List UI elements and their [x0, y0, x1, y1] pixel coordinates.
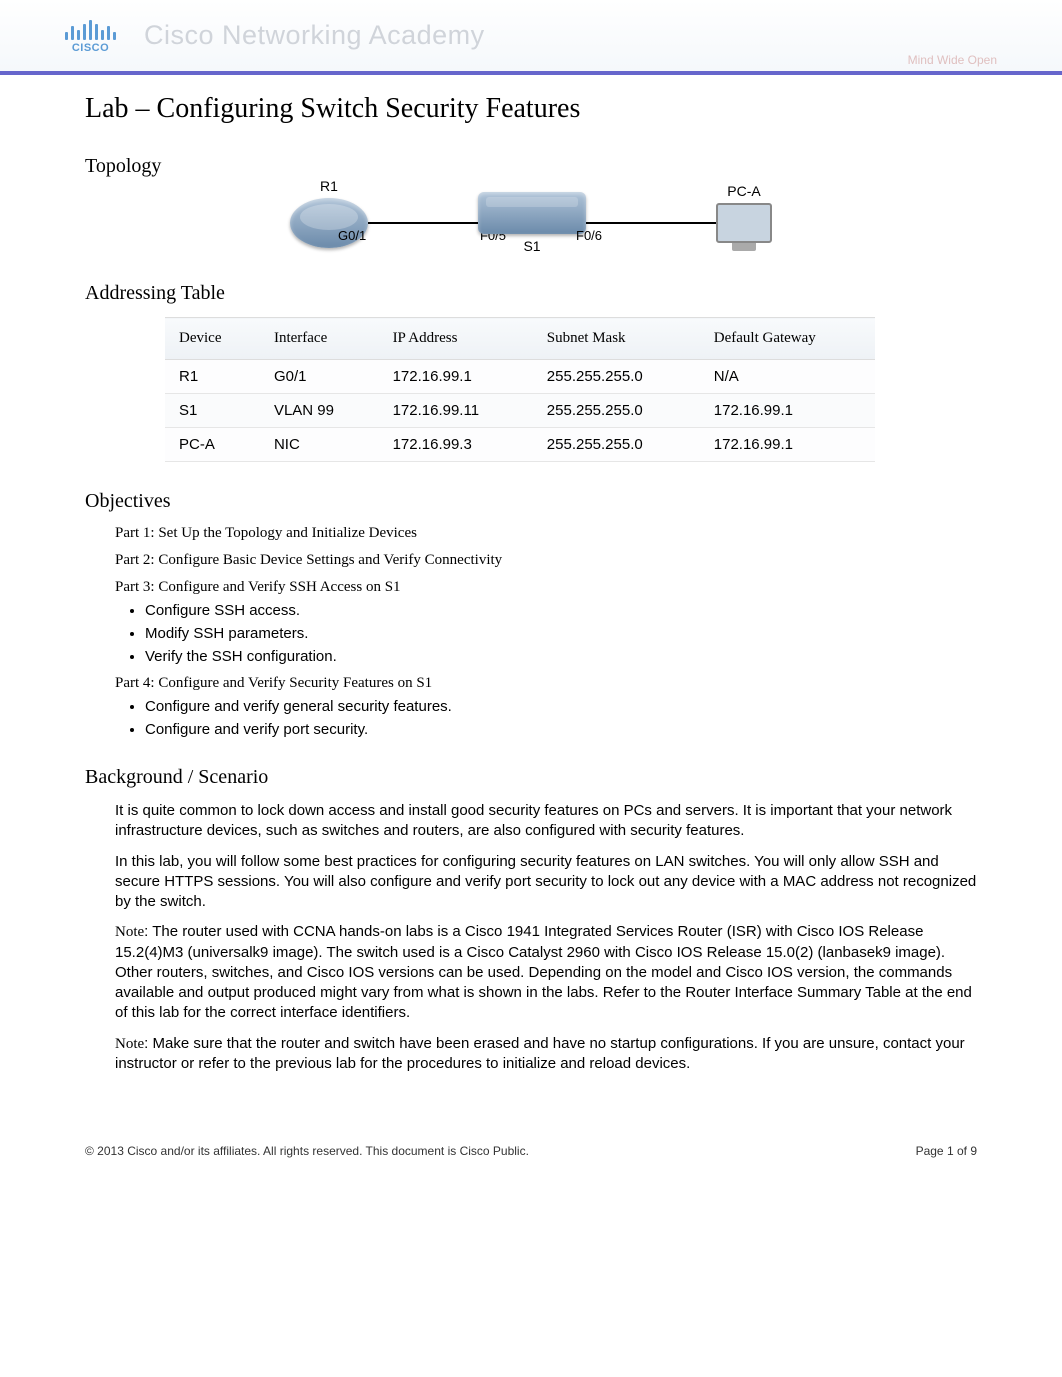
note-text: : Make sure that the router and switch h… [115, 1035, 965, 1072]
page-label: Page [916, 1144, 947, 1158]
list-item: Modify SSH parameters. [145, 625, 977, 642]
device-s1: S1 [478, 192, 586, 254]
cell: VLAN 99 [260, 394, 379, 428]
cell: 172.16.99.1 [700, 394, 875, 428]
device-s1-label: S1 [523, 238, 540, 254]
table-header-row: Device Interface IP Address Subnet Mask … [165, 318, 875, 360]
device-r1-label: R1 [320, 178, 338, 194]
background-p1: It is quite common to lock down access a… [115, 801, 977, 842]
background-heading: Background / Scenario [85, 766, 977, 789]
copyright-text: © 2013 Cisco and/or its affiliates. All … [85, 1144, 529, 1158]
objective-part2: Part 2: Configure Basic Device Settings … [115, 552, 977, 569]
objective-part1: Part 1: Set Up the Topology and Initiali… [115, 525, 977, 542]
cell: NIC [260, 428, 379, 462]
objective-part3: Part 3: Configure and Verify SSH Access … [115, 579, 977, 596]
cell: 172.16.99.3 [379, 428, 533, 462]
topology-diagram: R1 G0/1 F0/5 S1 F0/6 PC-A [211, 192, 851, 254]
device-pca-label: PC-A [727, 183, 760, 199]
addressing-table: Device Interface IP Address Subnet Mask … [165, 317, 875, 462]
table-row: PC-A NIC 172.16.99.3 255.255.255.0 172.1… [165, 428, 875, 462]
cell: R1 [165, 360, 260, 394]
objectives-heading: Objectives [85, 490, 977, 513]
cisco-logo-text: CISCO [72, 42, 109, 54]
list-item: Configure SSH access. [145, 602, 977, 619]
background-note2: Note: Make sure that the router and swit… [115, 1034, 977, 1075]
note-label: Note [115, 1036, 144, 1052]
list-item: Configure and verify port security. [145, 721, 977, 738]
table-row: S1 VLAN 99 172.16.99.11 255.255.255.0 17… [165, 394, 875, 428]
th-device: Device [165, 318, 260, 360]
page-title: Lab – Configuring Switch Security Featur… [85, 93, 977, 125]
cell: 172.16.99.1 [379, 360, 533, 394]
link-r1-s1: G0/1 F0/5 [368, 222, 478, 224]
cell: 255.255.255.0 [533, 394, 700, 428]
table-row: R1 G0/1 172.16.99.1 255.255.255.0 N/A [165, 360, 875, 394]
list-item: Configure and verify general security fe… [145, 698, 977, 715]
port-label-g01: G0/1 [338, 228, 366, 243]
cell: S1 [165, 394, 260, 428]
background-note1: Note: The router used with CCNA hands-on… [115, 922, 977, 1023]
tagline: Mind Wide Open [908, 53, 997, 67]
objective-part4: Part 4: Configure and Verify Security Fe… [115, 675, 977, 692]
addressing-heading: Addressing Table [85, 282, 977, 305]
th-mask: Subnet Mask [533, 318, 700, 360]
cell: 172.16.99.11 [379, 394, 533, 428]
th-interface: Interface [260, 318, 379, 360]
cell: 172.16.99.1 [700, 428, 875, 462]
cell: 255.255.255.0 [533, 428, 700, 462]
port-label-f06: F0/6 [576, 228, 602, 243]
link-s1-pca: F0/6 [586, 222, 716, 224]
device-pca: PC-A [716, 203, 772, 243]
cell: PC-A [165, 428, 260, 462]
page-number: Page 1 of 9 [916, 1144, 977, 1158]
pc-icon [716, 203, 772, 243]
note-text: : The router used with CCNA hands-on lab… [115, 923, 972, 1021]
background-p2: In this lab, you will follow some best p… [115, 852, 977, 913]
list-item: Verify the SSH configuration. [145, 648, 977, 665]
page-total: 9 [970, 1144, 977, 1158]
th-gateway: Default Gateway [700, 318, 875, 360]
th-ip: IP Address [379, 318, 533, 360]
academy-title: Cisco Networking Academy [144, 20, 485, 51]
page-current: 1 [947, 1144, 954, 1158]
footer: © 2013 Cisco and/or its affiliates. All … [0, 1084, 1062, 1158]
page-of: of [954, 1144, 971, 1158]
cisco-logo-bars-icon [65, 18, 116, 40]
cell: 255.255.255.0 [533, 360, 700, 394]
header-banner: CISCO Cisco Networking Academy Mind Wide… [0, 0, 1062, 75]
objective-part4-list: Configure and verify general security fe… [145, 698, 977, 738]
topology-heading: Topology [85, 155, 977, 178]
cell: G0/1 [260, 360, 379, 394]
cisco-logo: CISCO [65, 18, 116, 54]
cell: N/A [700, 360, 875, 394]
note-label: Note [115, 924, 144, 940]
switch-icon [478, 192, 586, 234]
objective-part3-list: Configure SSH access. Modify SSH paramet… [145, 602, 977, 665]
